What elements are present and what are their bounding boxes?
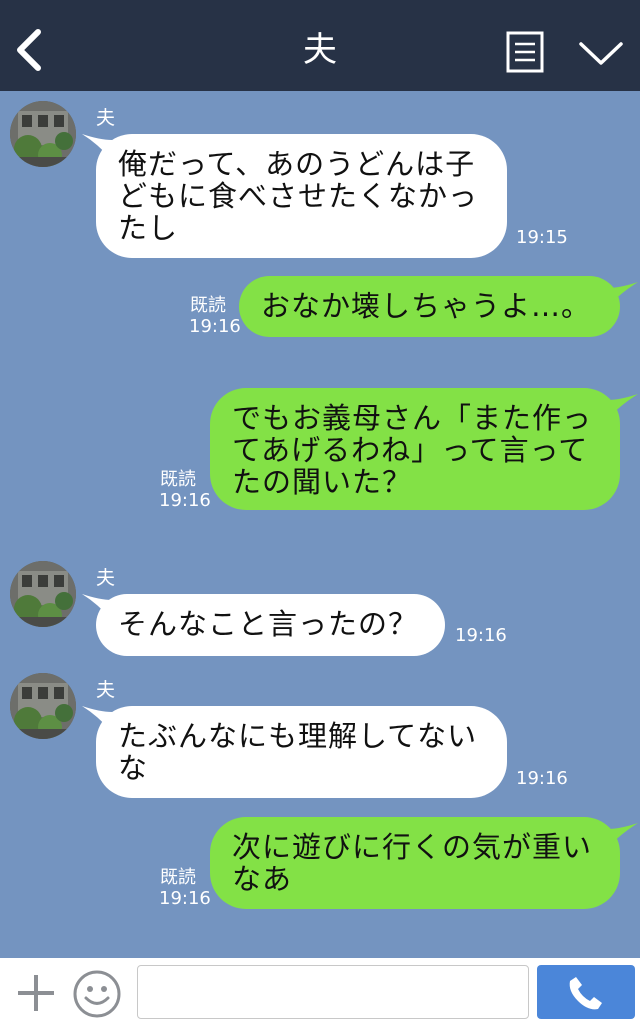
plus-icon [18, 975, 54, 1011]
bubble-tail [608, 394, 638, 418]
read-receipt: 既読 [160, 469, 196, 490]
avatar-image [10, 673, 76, 739]
notes-button[interactable] [506, 31, 544, 73]
chat-title: 夫 [303, 30, 337, 70]
input-bar [0, 958, 640, 1028]
message-bubble[interactable]: でもお義母さん「また作っ てあげるわね」って言って たの聞いた？ [210, 388, 620, 510]
bubble-tail [608, 282, 638, 306]
call-button[interactable] [537, 965, 635, 1019]
message-bubble[interactable]: 次に遊びに行くの気が重い なあ [210, 817, 620, 909]
chat-header: 夫 [0, 0, 640, 91]
phone-icon [569, 977, 602, 1010]
chat-screen: 夫 夫 俺だって、あのうどんは子 どもに食べさせたくなかっ たし 19:15 既… [0, 0, 640, 1028]
smiley-icon [73, 970, 121, 1018]
avatar[interactable] [10, 673, 76, 739]
bubble-tail [608, 823, 638, 847]
message-time: 19:16 [516, 768, 568, 789]
read-receipt: 既読 [190, 295, 226, 316]
sender-name: 夫 [96, 107, 116, 129]
sender-name: 夫 [96, 679, 116, 701]
chevron-down-icon [579, 42, 623, 65]
message-time: 19:16 [189, 316, 241, 337]
emoji-button[interactable] [72, 969, 122, 1019]
avatar-image [10, 101, 76, 167]
avatar[interactable] [10, 561, 76, 627]
add-button[interactable] [14, 971, 58, 1015]
message-time: 19:16 [159, 888, 211, 909]
message-bubble[interactable]: そんなこと言ったの？ [96, 594, 445, 656]
message-bubble[interactable]: おなか壊しちゃうよ…。 [239, 276, 620, 337]
message-time: 19:15 [516, 227, 568, 248]
message-time: 19:16 [455, 625, 507, 646]
avatar-image [10, 561, 76, 627]
avatar[interactable] [10, 101, 76, 167]
sender-name: 夫 [96, 567, 116, 589]
message-bubble[interactable]: 俺だって、あのうどんは子 どもに食べさせたくなかっ たし [96, 134, 507, 258]
message-bubble[interactable]: たぶんなにも理解してない な [96, 706, 507, 798]
message-time: 19:16 [159, 490, 211, 511]
read-receipt: 既読 [160, 867, 196, 888]
dropdown-button[interactable] [578, 38, 624, 68]
notes-icon [506, 31, 544, 73]
message-input[interactable] [137, 965, 529, 1019]
